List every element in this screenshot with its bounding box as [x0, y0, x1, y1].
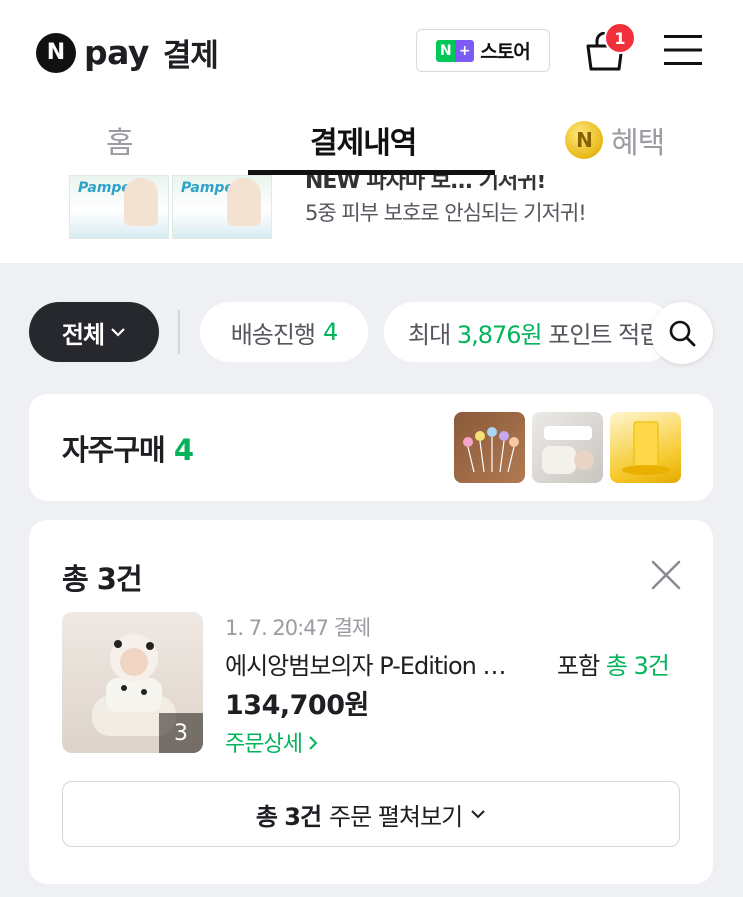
frequent-purchase-title: 자주구매 4 [62, 433, 194, 467]
npay-coin-icon: N [565, 121, 603, 159]
tab-home[interactable]: 홈 [106, 118, 134, 162]
point-amount: 3,876원 [456, 320, 543, 349]
filter-all-dropdown[interactable]: 전체 [29, 302, 159, 362]
order-detail-link[interactable]: 주문상세 [225, 726, 318, 758]
ad-product-image: Pampers [172, 175, 272, 239]
order-date: 1. 7. 20:47 결제 [225, 616, 371, 640]
ad-description: 5중 피부 보호로 안심되는 기저귀! [305, 201, 587, 225]
orders-total-title: 총 3건 [62, 562, 143, 596]
logo-pay-text: pay [84, 33, 149, 72]
ad-headline: NEW 파자마 보... 기저귀! [305, 175, 546, 194]
cart-count-badge: 1 [604, 22, 636, 54]
order-product-image[interactable]: 3 [62, 612, 203, 753]
filter-points[interactable]: 최대 3,876원 포인트 적립 [384, 302, 674, 362]
chevron-down-icon [471, 810, 485, 819]
page-title: 결제 [162, 38, 219, 74]
tab-benefits-label: 혜택 [611, 126, 665, 161]
filter-divider [178, 310, 180, 354]
app-header: N pay 결제 N + 스토어 1 홈 결제내역 N 혜택 [0, 0, 743, 175]
store-label: 스토어 [480, 41, 530, 63]
tab-benefits[interactable]: N 혜택 [565, 118, 665, 162]
expand-orders-button[interactable]: 총 3건 주문 펼쳐보기 [62, 781, 680, 847]
chevron-down-icon [111, 328, 125, 337]
ad-banner[interactable]: Pampers Pampers NEW 파자마 보... 기저귀! 5중 피부 … [0, 175, 743, 263]
order-price: 134,700원 [225, 690, 369, 721]
close-icon[interactable] [649, 558, 683, 592]
search-button[interactable] [651, 302, 713, 364]
product-thumbnail [532, 412, 603, 483]
hamburger-menu-icon[interactable] [664, 33, 702, 67]
product-thumbnail [454, 412, 525, 483]
naver-plus-store-icon: N + [436, 39, 475, 62]
active-tab-indicator [248, 170, 495, 175]
order-product-name[interactable]: 에시앙범보의자 P-Edition … [225, 646, 545, 681]
orders-card: 총 3건 3 1. 7. 20:47 결제 에시앙범보의자 P-Edition … [29, 520, 713, 884]
tab-payment-history[interactable]: 결제내역 [310, 118, 417, 162]
product-count-badge: 3 [159, 713, 203, 753]
ad-product-image: Pampers [69, 175, 169, 239]
order-included-count: 포함 총 3건 [557, 652, 670, 680]
chevron-right-icon [309, 736, 318, 750]
search-icon [669, 320, 696, 347]
naver-n-icon: N [36, 32, 76, 73]
frequent-purchase-card[interactable]: 자주구매 4 [29, 394, 713, 501]
product-thumbnail [610, 412, 681, 483]
filter-shipping[interactable]: 배송진행 4 [200, 302, 368, 362]
npay-logo[interactable]: N pay 결제 [36, 30, 219, 75]
store-button[interactable]: N + 스토어 [416, 29, 550, 72]
shipping-count: 4 [323, 318, 338, 346]
